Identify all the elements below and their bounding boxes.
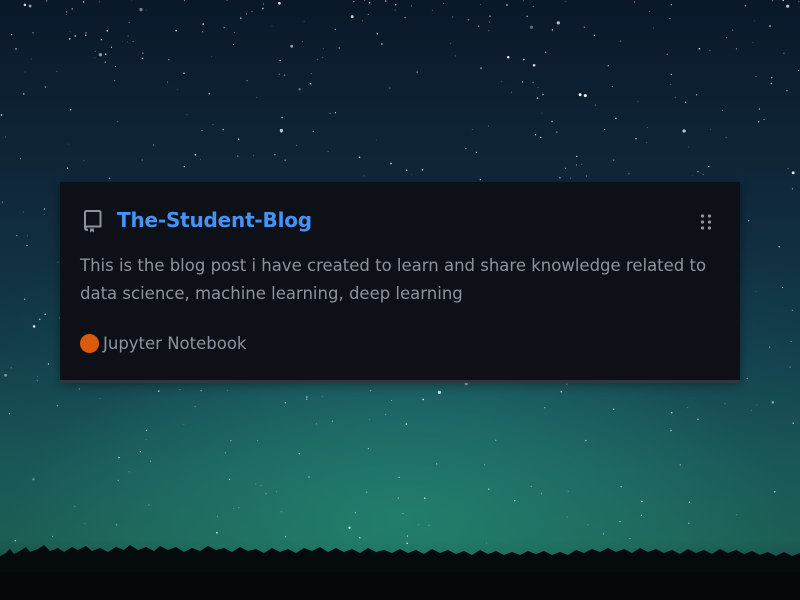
repo-icon: [84, 210, 102, 233]
repo-description: This is the blog post i have created to …: [80, 256, 707, 303]
repo-language: Jupyter Notebook: [80, 332, 247, 354]
repo-title-link[interactable]: The-Student-Blog: [117, 208, 312, 232]
language-name: Jupyter Notebook: [103, 333, 247, 353]
language-color-dot: [80, 333, 99, 353]
pinned-repo-card: The-Student-Blog This is the blog post i…: [60, 182, 740, 383]
grabber-icon[interactable]: [696, 212, 716, 232]
